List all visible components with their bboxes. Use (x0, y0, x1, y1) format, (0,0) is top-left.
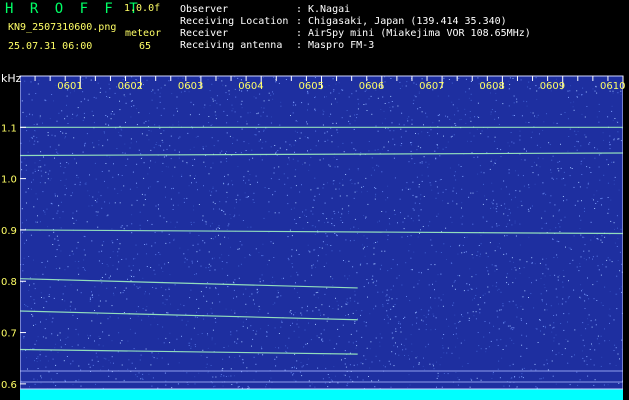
spectrogram-chart: kHz 1.1 1.0 0.9 0.8 0.7 0.6 0601 0602 0603 0604 060… (0, 72, 629, 400)
x-tick-label: 0608 (479, 81, 504, 92)
x-tick-label: 0602 (118, 81, 143, 92)
y-tick-label: 1.1 (1, 123, 17, 134)
right-margin (623, 76, 629, 400)
x-tick-label: 0607 (419, 81, 444, 92)
x-tick-label: 0601 (57, 81, 82, 92)
x-tick-label: 0603 (178, 81, 203, 92)
y-tick-label: 0.9 (1, 226, 17, 237)
y-tick-label: 0.6 (1, 380, 17, 391)
x-tick-label: 0610 (600, 81, 625, 92)
x-tick-label: 0609 (540, 81, 565, 92)
y-axis-label: kHz (1, 72, 22, 85)
x-tick-label: 0604 (238, 81, 263, 92)
x-tick-label: 0606 (359, 81, 384, 92)
x-tick-label: 0605 (299, 81, 324, 92)
y-tick-label: 0.7 (1, 329, 17, 340)
y-tick-label: 1.0 (1, 175, 17, 186)
bottom-noise-band (20, 389, 623, 400)
y-tick-label: 0.8 (1, 277, 17, 288)
